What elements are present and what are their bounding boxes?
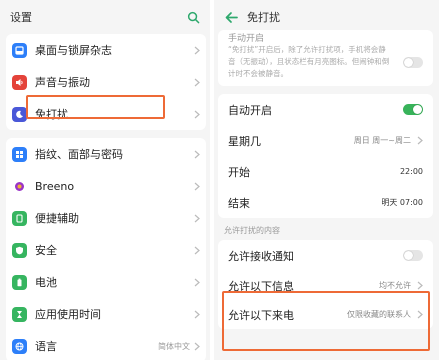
settings-item-fingerprint[interactable]: 指纹、面部与密码 <box>6 138 206 170</box>
chevron-right-icon <box>194 46 200 54</box>
chevron-right-icon <box>194 342 200 350</box>
settings-item-label: 电池 <box>35 276 57 289</box>
breeno-icon <box>12 179 27 194</box>
chevron-right-icon <box>417 281 423 290</box>
settings-item-language[interactable]: 语言 简体中文 <box>6 330 206 360</box>
highlight-box-do-not-disturb <box>26 95 165 119</box>
manual-toggle[interactable] <box>403 56 423 68</box>
settings-item-label: 语言 <box>35 340 57 353</box>
chevron-right-icon <box>194 310 200 318</box>
assist-icon <box>12 210 27 226</box>
settings-pane: 设置 桌面与锁屏杂志 声音与振动 免打扰 指纹、面部与密码 Breeno 便捷辅… <box>0 0 210 360</box>
chevron-right-icon <box>194 214 200 222</box>
page-title: 免打扰 <box>247 11 280 24</box>
settings-item-label: 便捷辅助 <box>35 212 79 225</box>
settings-header: 设置 <box>0 0 210 34</box>
auto-enable-label: 自动开启 <box>228 103 272 117</box>
settings-item-label: 声音与振动 <box>35 76 90 89</box>
chevron-right-icon <box>194 278 200 286</box>
settings-item-wallpaper[interactable]: 桌面与锁屏杂志 <box>6 34 206 66</box>
allow-messages-value: 均不允许 <box>379 281 411 290</box>
settings-item-security[interactable]: 安全 <box>6 234 206 266</box>
chevron-right-icon <box>417 136 423 145</box>
fingerprint-icon <box>12 146 27 162</box>
wallpaper-icon <box>12 42 27 58</box>
settings-item-label: 安全 <box>35 244 57 257</box>
chevron-right-icon <box>194 246 200 254</box>
end-label: 结束 <box>228 196 250 210</box>
settings-item-label: 指纹、面部与密码 <box>35 148 123 161</box>
end-row[interactable]: 结束 明天 07:00 <box>218 187 433 218</box>
start-row[interactable]: 开始 22:00 <box>218 156 433 187</box>
do-not-disturb-pane: 免打扰 手动开启 “免打扰”开启后，除了允许打扰项，手机将会静音（无振动），且状… <box>214 0 439 360</box>
weekday-row[interactable]: 星期几 周日 周一~周二 <box>218 125 433 156</box>
weekday-value: 周日 周一~周二 <box>353 136 411 145</box>
allow-notification-row[interactable]: 允许接收通知 <box>218 240 433 271</box>
settings-item-label: 桌面与锁屏杂志 <box>35 44 112 57</box>
settings-item-app-usage[interactable]: 应用使用时间 <box>6 298 206 330</box>
manual-note-row: “免打扰”开启后，除了允许打扰项，手机将会静音（无振动），且状态栏有月亮图标。但… <box>218 44 433 80</box>
dnd-description: “免打扰”开启后，除了允许打扰项，手机将会静音（无振动），且状态栏有月亮图标。但… <box>228 45 390 78</box>
search-icon[interactable] <box>187 11 200 24</box>
chevron-right-icon <box>194 78 200 86</box>
settings-item-sound[interactable]: 声音与振动 <box>6 66 206 98</box>
chevron-right-icon <box>194 110 200 118</box>
auto-enable-row[interactable]: 自动开启 <box>218 94 433 125</box>
battery-icon <box>12 274 27 290</box>
chevron-right-icon <box>194 182 200 190</box>
settings-item-assist[interactable]: 便捷辅助 <box>6 202 206 234</box>
settings-item-battery[interactable]: 电池 <box>6 266 206 298</box>
settings-item-breeno[interactable]: Breeno <box>6 170 206 202</box>
hourglass-icon <box>12 306 27 322</box>
schedule-card: 自动开启 星期几 周日 周一~周二 开始 22:00 结束 明天 07:00 <box>218 94 433 218</box>
shield-icon <box>12 242 27 258</box>
page-title: 设置 <box>10 11 32 24</box>
allow-notification-toggle[interactable] <box>403 250 423 261</box>
manual-row: 手动开启 <box>218 30 433 44</box>
speaker-icon <box>12 74 27 90</box>
back-arrow-icon[interactable] <box>224 10 239 25</box>
dnd-header: 免打扰 <box>214 0 439 34</box>
auto-enable-toggle[interactable] <box>403 104 423 115</box>
moon-icon <box>12 106 27 122</box>
weekday-label: 星期几 <box>228 134 261 148</box>
globe-icon <box>12 338 27 354</box>
end-value: 明天 07:00 <box>381 198 423 207</box>
settings-item-label: 应用使用时间 <box>35 308 101 321</box>
manual-card: 手动开启 “免打扰”开启后，除了允许打扰项，手机将会静音（无振动），且状态栏有月… <box>218 30 433 86</box>
language-value: 简体中文 <box>158 341 190 351</box>
settings-item-label: Breeno <box>35 179 75 193</box>
start-value: 22:00 <box>399 167 423 176</box>
manual-label: 手动开启 <box>228 33 265 44</box>
settings-group-2: 指纹、面部与密码 Breeno 便捷辅助 安全 电池 应用使用时间 语言 简体中… <box>6 138 206 360</box>
allow-notification-label: 允许接收通知 <box>228 249 294 263</box>
highlight-box-allow-settings <box>222 291 430 351</box>
start-label: 开始 <box>228 165 250 179</box>
section-header: 允许打扰的内容 <box>224 226 280 235</box>
chevron-right-icon <box>194 150 200 158</box>
